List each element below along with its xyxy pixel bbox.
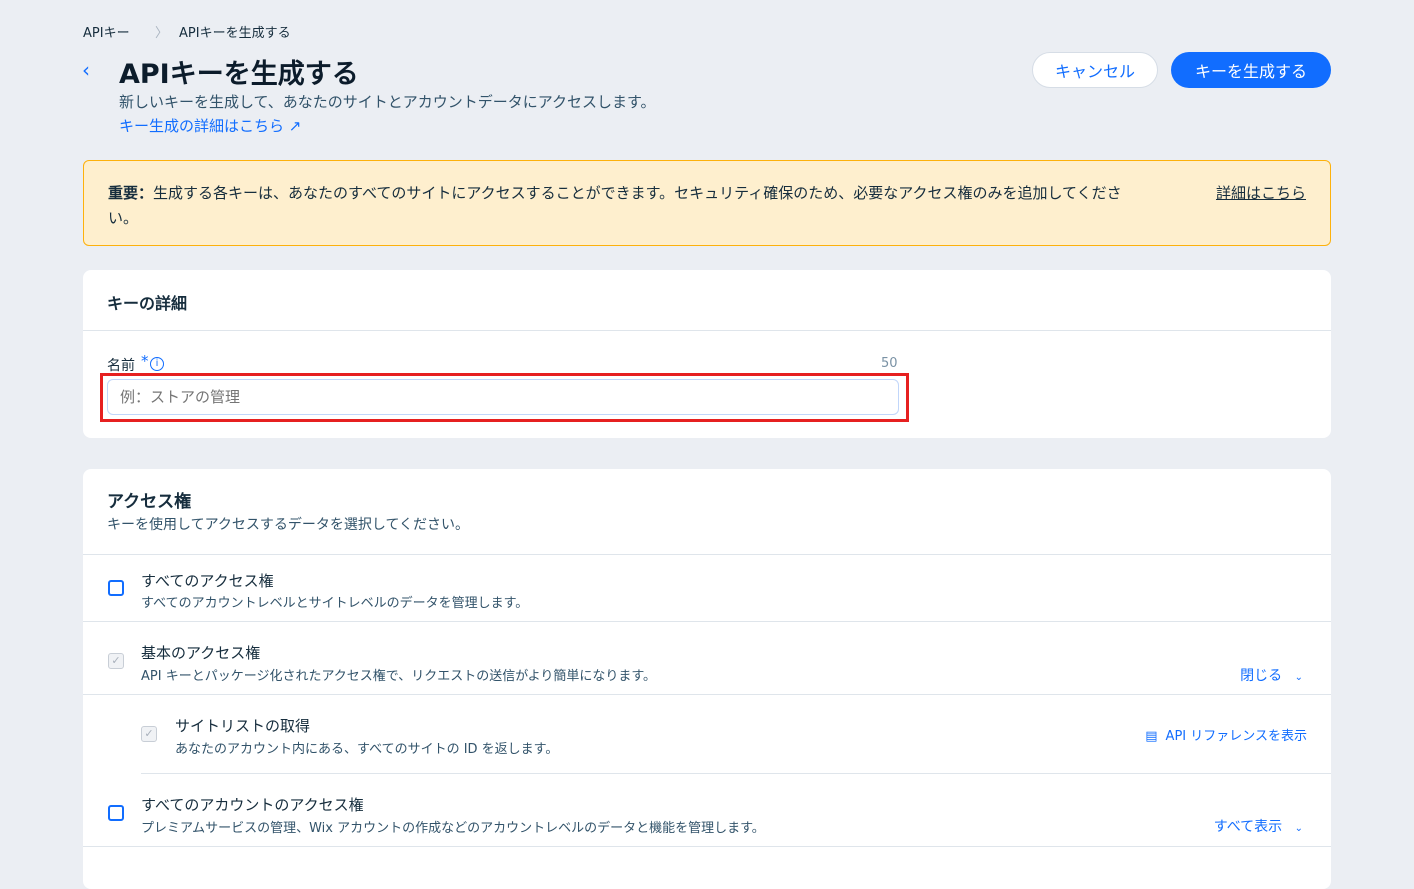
access-item-title: すべてのアカウントのアクセス権 (141, 796, 364, 814)
api-reference-link[interactable]: ▤ API リファレンスを表示 (1145, 725, 1307, 744)
collapse-link[interactable]: 閉じる ⌄ (1240, 665, 1303, 685)
access-item-title: サイトリストの取得 (175, 717, 311, 735)
account-access-checkbox[interactable] (108, 805, 124, 821)
important-notice: 重要：生成する各キーは、あなたのすべてのサイトにアクセスすることができます。セキ… (83, 160, 1331, 246)
access-subtitle: キーを使用してアクセスするデータを選択してください。 (107, 517, 470, 533)
breadcrumb-chevron-icon: 〉 (155, 26, 169, 41)
site-list-checkbox[interactable]: ✓ (141, 726, 157, 742)
cancel-button[interactable]: キャンセル (1032, 52, 1158, 88)
key-details-card: キーの詳細 名前 * i 50 (83, 270, 1331, 438)
access-item-desc: プレミアムサービスの管理、Wix アカウントの作成などのアカウントレベルのデータ… (141, 821, 765, 836)
access-item-desc: あなたのアカウント内にある、すべてのサイトの ID を返します。 (175, 742, 559, 757)
notice-details-link[interactable]: 詳細はこちら (1216, 181, 1306, 206)
access-card: アクセス権 キーを使用してアクセスするデータを選択してください。 すべてのアクセ… (83, 469, 1331, 889)
show-all-link[interactable]: すべて表示 ⌄ (1214, 816, 1303, 836)
char-limit: 50 (881, 356, 898, 371)
back-chevron-icon[interactable]: ‹ (82, 58, 90, 82)
name-label: 名前 (107, 358, 135, 374)
chevron-down-icon: ⌄ (1294, 672, 1303, 683)
generate-key-button[interactable]: キーを生成する (1171, 52, 1331, 88)
notice-text: 生成する各キーは、あなたのすべてのサイトにアクセスすることができます。セキュリテ… (153, 184, 1122, 202)
key-details-title: キーの詳細 (107, 294, 188, 313)
learn-more-link[interactable]: キー生成の詳細はこちら ↗ (119, 115, 301, 136)
access-item-desc: API キーとパッケージ化されたアクセス権で、リクエストの送信がより簡単になりま… (141, 669, 657, 684)
breadcrumb-root[interactable]: APIキー (83, 22, 130, 41)
document-icon: ▤ (1145, 729, 1158, 744)
breadcrumb-current: APIキーを生成する (179, 26, 291, 41)
access-item-title: 基本のアクセス権 (141, 644, 261, 662)
access-item-title: すべてのアクセス権 (141, 572, 274, 590)
name-input[interactable] (107, 379, 899, 415)
page-title: APIキーを生成する (119, 59, 359, 90)
chevron-down-icon: ⌄ (1294, 823, 1303, 834)
required-marker: * (141, 352, 149, 370)
access-item-desc: すべてのアカウントレベルとサイトレベルのデータを管理します。 (141, 596, 529, 611)
notice-label: 重要： (108, 184, 154, 202)
notice-text-end: い。 (108, 209, 139, 227)
access-title: アクセス権 (107, 492, 192, 512)
info-icon[interactable]: i (150, 357, 164, 371)
page-subtitle: 新しいキーを生成して、あなたのサイトとアカウントデータにアクセスします。 (119, 93, 656, 111)
all-access-checkbox[interactable] (108, 580, 124, 596)
basic-access-checkbox[interactable]: ✓ (108, 653, 124, 669)
external-link-icon: ↗ (288, 117, 302, 135)
